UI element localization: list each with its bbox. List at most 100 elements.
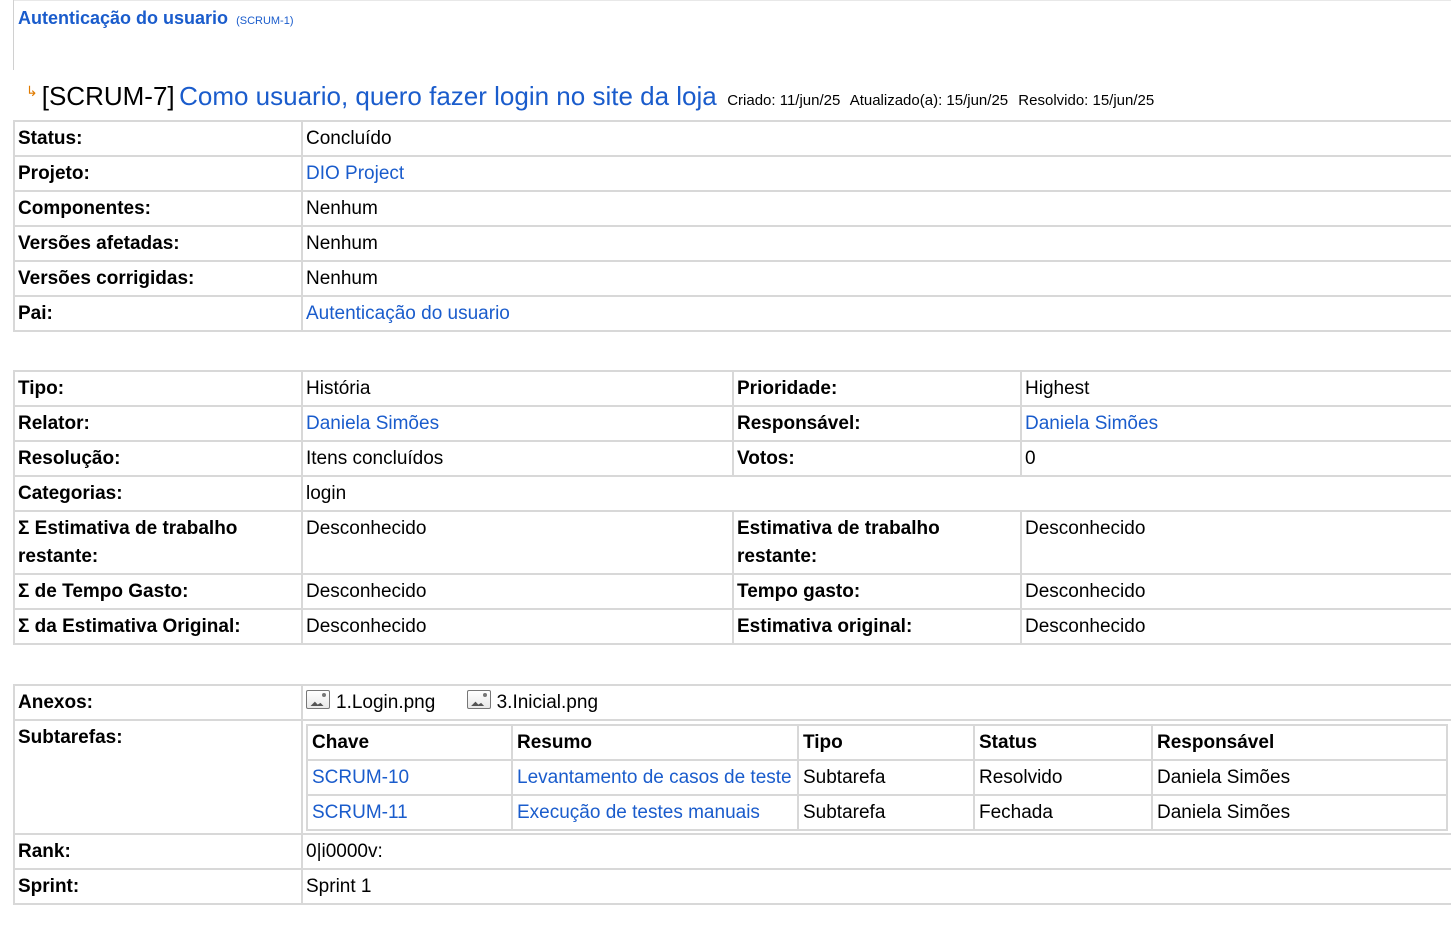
resolved-date: Resolvido: 15/jun/25 xyxy=(1018,92,1155,109)
sum-original-label: Σ da Estimativa Original: xyxy=(13,608,303,645)
image-file-icon xyxy=(466,690,491,710)
tipo-label: Tipo: xyxy=(13,370,303,407)
sprint-row: Sprint: Sprint 1 xyxy=(13,868,1451,905)
detail-row: Pai: Autenticação do usuario xyxy=(13,295,1451,332)
left-rule xyxy=(13,0,14,70)
column-header-chave: Chave xyxy=(306,724,513,761)
subtasks-table: Chave Resumo Tipo Status Responsável SCR… xyxy=(306,724,1448,831)
gasto-label: Tempo gasto: xyxy=(732,573,1022,610)
sum-restante-value: Desconhecido xyxy=(301,510,734,575)
subtask-summary-link[interactable]: Execução de testes manuais xyxy=(517,802,760,823)
subtask-key-link[interactable]: SCRUM-10 xyxy=(312,767,409,788)
subtask-assignee: Daniela Simões xyxy=(1151,759,1448,796)
field-row: Relator: Daniela Simões Responsável: Dan… xyxy=(13,405,1451,442)
top-rule xyxy=(13,0,1451,1)
sprint-label: Sprint: xyxy=(13,868,303,905)
subtask-status: Resolvido xyxy=(973,759,1153,796)
extras-table: Anexos: 1.Login.png 3.Inicial.png Subtar… xyxy=(13,684,1451,905)
detail-value: Nenhum xyxy=(301,260,1451,297)
relator-link[interactable]: Daniela Simões xyxy=(306,413,439,434)
subtask-type: Subtarefa xyxy=(797,794,975,831)
detail-row: Componentes: Nenhum xyxy=(13,190,1451,227)
attachment-item[interactable]: 1.Login.png xyxy=(306,689,435,717)
detail-value-link[interactable]: Autenticação do usuario xyxy=(306,303,510,324)
parent-issue-header: Autenticação do usuario (SCRUM-1) xyxy=(18,8,294,29)
categorias-value: login xyxy=(301,475,1451,512)
sum-original-value: Desconhecido xyxy=(301,608,734,645)
anexos-list: 1.Login.png 3.Inicial.png xyxy=(301,684,1451,721)
field-row: Resolução: Itens concluídos Votos: 0 xyxy=(13,440,1451,477)
column-header-responsavel: Responsável xyxy=(1151,724,1448,761)
prioridade-value: Highest xyxy=(1020,370,1451,407)
detail-value-link[interactable]: DIO Project xyxy=(306,163,404,184)
detail-value: Concluído xyxy=(301,120,1451,157)
subtarefas-container: Chave Resumo Tipo Status Responsável SCR… xyxy=(301,719,1451,835)
sum-restante-label: Σ Estimativa de trabalho restante: xyxy=(13,510,303,575)
subtasks-header-row: Chave Resumo Tipo Status Responsável xyxy=(306,724,1448,761)
subtask-key-link[interactable]: SCRUM-11 xyxy=(312,802,408,823)
responsavel-link[interactable]: Daniela Simões xyxy=(1025,413,1158,434)
updated-date: Atualizado(a): 15/jun/25 xyxy=(849,92,1009,109)
parent-issue-key: (SCRUM-1) xyxy=(236,15,294,27)
table-row: SCRUM-10 Levantamento de casos de teste … xyxy=(306,759,1448,796)
table-row: SCRUM-11 Execução de testes manuais Subt… xyxy=(306,794,1448,831)
sprint-value: Sprint 1 xyxy=(301,868,1451,905)
subtask-status: Fechada xyxy=(973,794,1153,831)
field-row: Σ Estimativa de trabalho restante: Desco… xyxy=(13,510,1451,575)
parent-issue-link[interactable]: Autenticação do usuario xyxy=(18,8,228,28)
detail-row: Projeto: DIO Project xyxy=(13,155,1451,192)
subtarefas-label: Subtarefas: xyxy=(13,719,303,835)
field-row: Categorias: login xyxy=(13,475,1451,512)
restante-value: Desconhecido xyxy=(1020,510,1451,575)
anexos-row: Anexos: 1.Login.png 3.Inicial.png xyxy=(13,684,1451,721)
tipo-value: História xyxy=(301,370,734,407)
issue-key: [SCRUM-7] xyxy=(41,81,175,111)
restante-label: Estimativa de trabalho restante: xyxy=(732,510,1022,575)
column-header-resumo: Resumo xyxy=(511,724,799,761)
sum-gasto-value: Desconhecido xyxy=(301,573,734,610)
anexos-label: Anexos: xyxy=(13,684,303,721)
responsavel-label: Responsável: xyxy=(732,405,1022,442)
attachment-name: 1.Login.png xyxy=(336,692,436,713)
votos-value: 0 xyxy=(1020,440,1451,477)
subtask-arrow-icon: ↳ xyxy=(26,83,38,99)
sum-gasto-label: Σ de Tempo Gasto: xyxy=(13,573,303,610)
rank-row: Rank: 0|i0000v: xyxy=(13,833,1451,870)
detail-row: Versões afetadas: Nenhum xyxy=(13,225,1451,262)
column-header-status: Status xyxy=(973,724,1153,761)
attachment-item[interactable]: 3.Inicial.png xyxy=(466,689,599,717)
rank-value: 0|i0000v: xyxy=(301,833,1451,870)
created-date: Criado: 11/jun/25 xyxy=(727,92,841,109)
original-label: Estimativa original: xyxy=(732,608,1022,645)
detail-row: Status: Concluído xyxy=(13,120,1451,157)
field-row: Σ de Tempo Gasto: Desconhecido Tempo gas… xyxy=(13,573,1451,610)
subtask-type: Subtarefa xyxy=(797,759,975,796)
detail-label: Status: xyxy=(13,120,303,157)
original-value: Desconhecido xyxy=(1020,608,1451,645)
fields-table: Tipo: História Prioridade: Highest Relat… xyxy=(13,370,1451,645)
column-header-tipo: Tipo xyxy=(797,724,975,761)
votos-label: Votos: xyxy=(732,440,1022,477)
resolucao-value: Itens concluídos xyxy=(301,440,734,477)
field-row: Tipo: História Prioridade: Highest xyxy=(13,370,1451,407)
issue-header: ↳ [SCRUM-7] Como usuario, quero fazer log… xyxy=(26,81,1160,112)
detail-label: Versões afetadas: xyxy=(13,225,303,262)
details-table: Status: Concluído Projeto: DIO Project Compo… xyxy=(13,120,1451,332)
subtarefas-row: Subtarefas: Chave Resumo Tipo Status Res… xyxy=(13,719,1451,835)
gasto-value: Desconhecido xyxy=(1020,573,1451,610)
detail-value: Nenhum xyxy=(301,190,1451,227)
prioridade-label: Prioridade: xyxy=(732,370,1022,407)
detail-label: Pai: xyxy=(13,295,303,332)
issue-title-link[interactable]: Como usuario, quero fazer login no site … xyxy=(179,81,717,111)
detail-label: Versões corrigidas: xyxy=(13,260,303,297)
categorias-label: Categorias: xyxy=(13,475,303,512)
field-row: Σ da Estimativa Original: Desconhecido E… xyxy=(13,608,1451,645)
detail-label: Componentes: xyxy=(13,190,303,227)
detail-value: Nenhum xyxy=(301,225,1451,262)
relator-label: Relator: xyxy=(13,405,303,442)
attachment-name: 3.Inicial.png xyxy=(496,692,599,713)
subtask-assignee: Daniela Simões xyxy=(1151,794,1448,831)
rank-label: Rank: xyxy=(13,833,303,870)
resolucao-label: Resolução: xyxy=(13,440,303,477)
subtask-summary-link[interactable]: Levantamento de casos de teste xyxy=(517,767,792,788)
